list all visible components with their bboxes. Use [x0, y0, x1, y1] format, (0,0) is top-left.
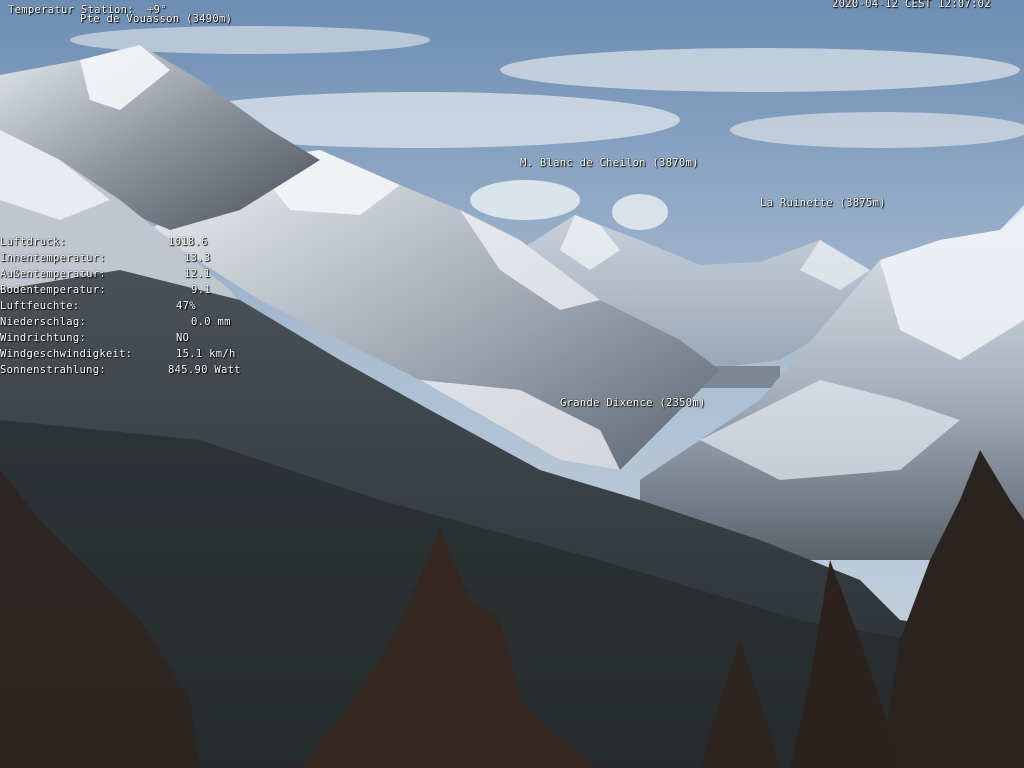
weather-row: Windgeschwindigkeit: 15.1 km/h [0, 348, 300, 364]
weather-row: Sonnenstrahlung: 845.90 Watt [0, 364, 300, 380]
weather-value: 13.3 [184, 252, 211, 264]
peak-label-ruinette: La Ruinette (3875m) [760, 197, 886, 209]
peak-label-dixence: Grande Dixence (2350m) [560, 397, 706, 409]
peak-label-cheilon: M. Blanc de Cheilon (3870m) [520, 157, 699, 169]
weather-label: Außentemperatur: [0, 268, 106, 280]
weather-row: Niederschlag: 0.0 mm [0, 316, 300, 332]
weather-value: 15.1 km/h [176, 348, 236, 360]
weather-value: 9.1 [191, 284, 211, 296]
timestamp: 2020-04-12 CEST 12:07:02 [832, 0, 991, 10]
weather-label: Bodentemperatur: [0, 284, 106, 296]
weather-label: Innentemperatur: [0, 252, 106, 264]
weather-value: 0.0 mm [191, 316, 231, 328]
weather-value: 1018.6 [168, 236, 208, 248]
weather-row: Luftdruck: 1018.6 [0, 236, 300, 252]
weather-value: 845.90 Watt [168, 364, 241, 376]
weather-label: Luftfeuchte: [0, 300, 80, 312]
weather-label: Windgeschwindigkeit: [0, 348, 133, 360]
weather-row: Luftfeuchte: 47% [0, 300, 300, 316]
weather-value: 47% [176, 300, 196, 312]
weather-row: Windrichtung: NO [0, 332, 300, 348]
weather-row: Außentemperatur: 12.1 [0, 268, 300, 284]
webcam-image: Temperatur Station: +9° Pte de Vouasson … [0, 0, 1024, 768]
weather-value: 12.1 [184, 268, 211, 280]
weather-row: Innentemperatur: 13.3 [0, 252, 300, 268]
weather-label: Luftdruck: [0, 236, 67, 248]
weather-readout: Luftdruck: 1018.6 Innentemperatur: 13.3 … [0, 236, 300, 386]
weather-label: Sonnenstrahlung: [0, 364, 106, 376]
weather-label: Windrichtung: [0, 332, 87, 344]
peak-label-vouasson: Pte de Vouasson (3490m) [80, 13, 233, 25]
weather-row: Bodentemperatur: 9.1 [0, 284, 300, 300]
weather-label: Niederschlag: [0, 316, 87, 328]
weather-value: NO [176, 332, 190, 344]
